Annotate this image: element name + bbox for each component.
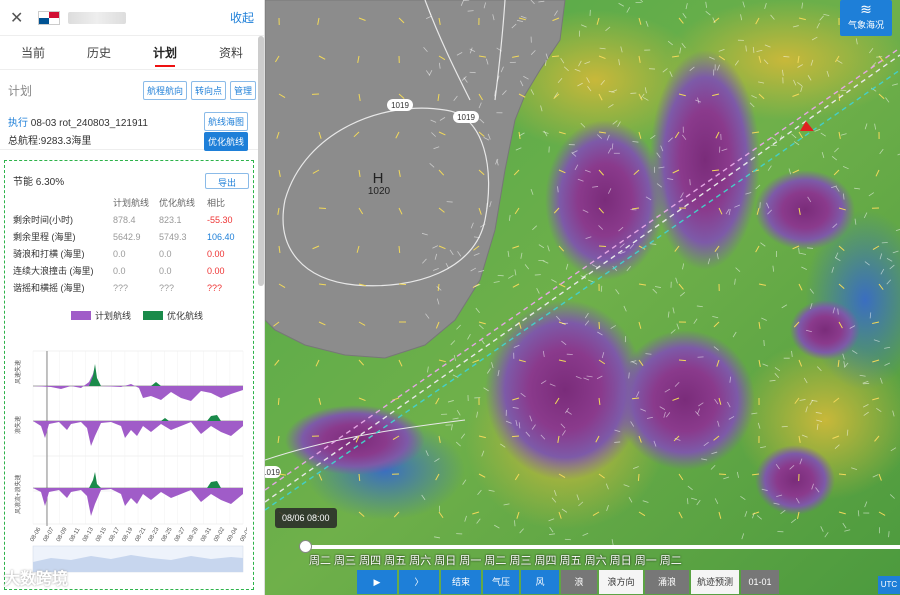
savings-title: 节能 6.30% [13, 177, 65, 188]
panel-tabs: 当前 历史 计划 资料 [0, 36, 264, 70]
chart-legend: 计划航线 优化航线 [71, 309, 215, 322]
utc-toggle[interactable]: UTC [878, 576, 900, 594]
y-label-combined: 风浪流+浪失速 [14, 474, 22, 514]
weather-conditions-button[interactable]: ≋ 气象海况 [840, 0, 892, 36]
exec-label: 执行 [8, 118, 28, 129]
manage-button[interactable]: 管理 [229, 80, 256, 100]
col-opt: 优化航线 [159, 198, 196, 208]
table-row: 谐摇和横摇 (海里) ??? ??? ??? [13, 282, 223, 294]
vessel-name-blurred [68, 11, 126, 24]
savings-panel: 节能 6.30% 导出 计划航线 优化航线 相比 剩余时间(小时) 878.4 … [4, 160, 254, 590]
col-plan: 计划航线 [113, 198, 150, 208]
table-row: 连续大浪撞击 (海里) 0.0 0.0 0.00 [13, 265, 225, 277]
wind-toggle[interactable]: 风 [521, 570, 559, 594]
high-pressure-letter: H [373, 170, 384, 187]
x-tick-label: 08-31 [200, 526, 213, 543]
watermark: 大数跨境 [4, 571, 69, 588]
map-controls: ▶ 〉 结束 气压 风 浪 浪方向 涌浪 航迹预测 01-01 [357, 570, 781, 594]
isobar-label: 1019 [391, 101, 409, 110]
x-tick-label: 08-09 [56, 526, 69, 543]
plan-title: 计划 [8, 83, 33, 98]
legend-optimized: 优化航线 [143, 309, 203, 322]
next-icon[interactable]: 〉 [399, 570, 439, 594]
speed-loss-charts: 风速失速 浪失速 风浪流+浪失速 08-06 08-07 08-09 08-11 08-… [14, 350, 247, 573]
export-button[interactable]: 导出 [205, 173, 249, 189]
isobar-label: 1019 [265, 468, 280, 477]
x-tick-label: 08-21 [135, 526, 148, 543]
wind-icon: ≋ [860, 1, 872, 17]
wave-direction-toggle[interactable]: 浪方向 [599, 570, 643, 594]
x-tick-label: 08-11 [69, 527, 82, 543]
x-tick-label: 08-29 [187, 526, 200, 543]
col-diff: 相比 [207, 198, 226, 208]
voyage-course-button[interactable]: 航程航向 [142, 80, 187, 100]
tab-history[interactable]: 历史 [66, 36, 132, 69]
table-row: 剩余时间(小时) 878.4 823.1 -55.30 [13, 214, 233, 226]
tab-plan[interactable]: 计划 [132, 36, 198, 69]
wave-toggle[interactable]: 浪 [561, 570, 597, 594]
close-icon[interactable]: ✕ [10, 8, 32, 28]
y-label-wind: 风速失速 [14, 360, 22, 384]
timeline-slider[interactable] [299, 540, 900, 553]
x-tick-label: 09-02 [213, 526, 226, 543]
side-panel: ✕ 收起 当前 历史 计划 资料 计划 航程航向 转向点 管理 执行 08-03… [0, 0, 265, 595]
panama-flag-icon [38, 10, 60, 25]
route-chart-button[interactable]: 航线海图 [203, 112, 248, 131]
track-forecast-toggle[interactable]: 航迹预测 [691, 570, 739, 594]
end-button[interactable]: 结束 [441, 570, 481, 594]
x-tick-label: 08-25 [161, 526, 174, 543]
collapse-button[interactable]: 收起 [230, 9, 254, 26]
x-tick-label: 08-19 [121, 526, 134, 543]
comparison-table: 计划航线 优化航线 相比 剩余时间(小时) 878.4 823.1 -55.30… [13, 194, 245, 296]
time-tooltip: 08/06 08:00 [275, 508, 337, 528]
date-selector[interactable]: 01-01 [741, 570, 779, 594]
map-canvas[interactable]: 1019 1019 1019 H 1020 [265, 0, 900, 595]
table-row: 骑浪和打横 (海里) 0.0 0.0 0.00 [13, 248, 225, 260]
pressure-toggle[interactable]: 气压 [483, 570, 519, 594]
panel-header: ✕ 收起 [0, 0, 264, 36]
optimize-route-button[interactable]: 优化航线 [203, 132, 248, 151]
panel-scrollbar[interactable] [258, 36, 264, 286]
execution-info: 执行 08-03 rot_240803_121911 总航程:9283.3海里 … [0, 110, 264, 151]
tab-info[interactable]: 资料 [198, 36, 264, 69]
timeline-ticks: 周二 周三 周四 周五 周六 周日 周一 周二 周三 周四 周五 周六 周日 周… [309, 555, 682, 567]
x-tick-label: 09-06 [240, 526, 247, 543]
waypoint-button[interactable]: 转向点 [190, 80, 226, 100]
x-tick-label: 08-23 [148, 526, 161, 543]
x-tick-label: 08-07 [43, 526, 56, 543]
x-tick-label: 08-15 [95, 526, 108, 543]
table-row: 剩余里程 (海里) 5642.9 5749.3 106.40 [13, 231, 235, 243]
isobar-label: 1019 [457, 113, 475, 122]
play-icon[interactable]: ▶ [357, 570, 397, 594]
swell-toggle[interactable]: 涌浪 [645, 570, 689, 594]
tab-current[interactable]: 当前 [0, 36, 66, 69]
weather-map[interactable]: 1019 1019 1019 H 1020 ≋ 气象海况 08/06 08:00 [265, 0, 900, 595]
legend-planned: 计划航线 [71, 309, 131, 322]
y-label-wave: 浪失速 [14, 416, 22, 434]
x-tick-label: 08-13 [82, 526, 95, 543]
x-tick-label: 08-27 [174, 526, 187, 543]
plan-header: 计划 航程航向 转向点 管理 [0, 70, 264, 110]
x-tick-label: 08-17 [108, 526, 121, 543]
x-tick-label: 08-06 [30, 526, 43, 543]
x-tick-label: 09-04 [226, 526, 239, 543]
total-distance: 总航程:9283.3海里 [8, 136, 92, 147]
high-pressure-value: 1020 [368, 186, 391, 197]
exec-value: 08-03 rot_240803_121911 [30, 118, 148, 129]
